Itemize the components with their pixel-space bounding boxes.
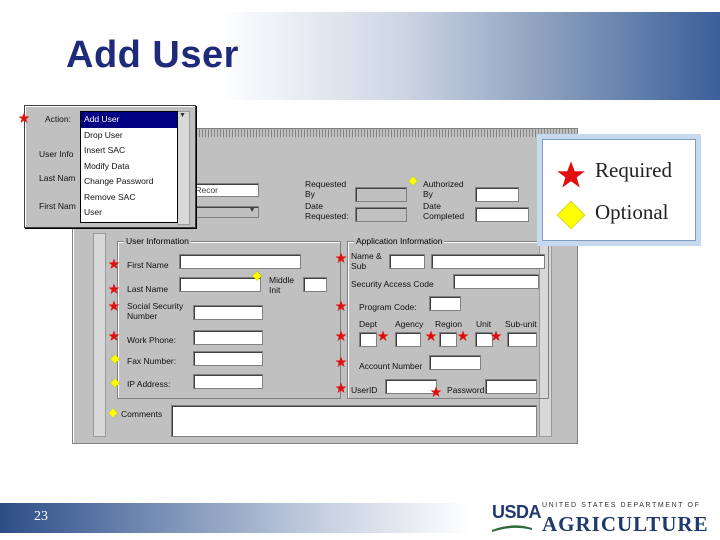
optional-diamond-icon bbox=[110, 354, 120, 364]
program-code-label: Program Code: bbox=[359, 302, 417, 312]
user-info-label: User Info bbox=[39, 149, 74, 159]
last-name-label: Last Name bbox=[127, 284, 169, 294]
required-star-icon bbox=[335, 300, 347, 311]
dept-label: Dept bbox=[359, 319, 377, 329]
last-name-panel-label: Last Nam bbox=[39, 173, 76, 183]
fax-number-label: Fax Number: bbox=[127, 356, 177, 366]
fax-number-field[interactable] bbox=[193, 351, 263, 366]
requested-by-label: Requested By bbox=[305, 179, 347, 199]
authorized-by-field[interactable] bbox=[475, 187, 519, 202]
usda-department-line: UNITED STATES DEPARTMENT OF bbox=[542, 502, 701, 509]
required-star-icon bbox=[108, 300, 120, 311]
menu-scrollbar[interactable]: ▼ bbox=[177, 111, 190, 225]
name-sub-field[interactable] bbox=[389, 254, 425, 269]
slide-title: Add User bbox=[66, 34, 239, 76]
password-label: Password: bbox=[447, 385, 487, 395]
userid-label: UserID bbox=[351, 385, 378, 395]
dept-field[interactable] bbox=[359, 332, 377, 347]
optional-diamond-icon bbox=[556, 200, 586, 230]
security-access-label: Security Access Code bbox=[351, 279, 434, 289]
optional-diamond-icon bbox=[408, 176, 418, 186]
slide-number: 23 bbox=[34, 509, 48, 524]
name-sub-label: Name & Sub bbox=[351, 251, 382, 271]
usda-acronym: USDA bbox=[492, 502, 542, 522]
usda-swoosh-icon bbox=[492, 525, 532, 532]
menu-item-change-password[interactable]: Change Password bbox=[81, 174, 177, 190]
first-name-field[interactable] bbox=[179, 254, 301, 269]
bottom-band bbox=[0, 503, 470, 533]
date-completed-field[interactable] bbox=[475, 207, 529, 222]
required-star-icon bbox=[335, 330, 347, 341]
required-star-icon bbox=[335, 382, 347, 393]
account-number-label: Account Number bbox=[359, 361, 423, 371]
required-star-icon bbox=[557, 161, 585, 188]
region-label: Region bbox=[435, 319, 462, 329]
legend-box: Required Optional bbox=[537, 134, 701, 246]
required-star-icon bbox=[425, 330, 437, 341]
required-star-icon bbox=[457, 330, 469, 341]
program-code-field[interactable] bbox=[429, 296, 461, 311]
requested-by-field[interactable] bbox=[355, 187, 407, 202]
name-sub-field-2[interactable] bbox=[431, 254, 545, 269]
menu-item-remove-sac[interactable]: Remove SAC bbox=[81, 190, 177, 206]
region-field[interactable] bbox=[439, 332, 457, 347]
password-field[interactable] bbox=[485, 379, 537, 394]
optional-label: Optional bbox=[595, 200, 669, 224]
required-label: Required bbox=[595, 158, 672, 182]
required-star-icon bbox=[490, 330, 502, 341]
optional-diamond-icon bbox=[110, 378, 120, 388]
form-scrollbar[interactable] bbox=[93, 233, 106, 437]
unit-label: Unit bbox=[476, 319, 492, 329]
required-star-icon bbox=[108, 330, 120, 341]
usda-agriculture: AGRICULTURE bbox=[542, 512, 709, 536]
required-star-icon bbox=[335, 356, 347, 367]
agency-label: Agency bbox=[395, 319, 424, 329]
action-menu[interactable]: Add User Drop User Insert SAC Modify Dat… bbox=[80, 111, 178, 223]
date-requested-label: Date Requested: bbox=[305, 201, 349, 221]
ip-address-field[interactable] bbox=[193, 374, 263, 389]
middle-initial-field[interactable] bbox=[303, 277, 327, 292]
chevron-down-icon: ▼ bbox=[248, 205, 256, 214]
ssn-field[interactable] bbox=[193, 305, 263, 320]
subunit-field[interactable] bbox=[507, 332, 537, 347]
subunit-label: Sub-unit bbox=[505, 319, 537, 329]
required-star-icon bbox=[108, 258, 120, 269]
ssn-label: Social Security Number bbox=[127, 301, 184, 321]
usda-logo: USDA UNITED STATES DEPARTMENT OF AGRICUL… bbox=[492, 502, 708, 536]
authorized-by-label: Authorized By bbox=[423, 179, 464, 199]
required-star-icon bbox=[18, 112, 30, 123]
comments-field[interactable] bbox=[171, 405, 537, 437]
date-requested-field[interactable] bbox=[355, 207, 407, 222]
agency-field[interactable] bbox=[395, 332, 421, 347]
optional-diamond-icon bbox=[108, 408, 118, 418]
work-phone-label: Work Phone: bbox=[127, 335, 176, 345]
account-number-field[interactable] bbox=[429, 355, 481, 370]
first-name-panel-label: First Nam bbox=[39, 201, 76, 211]
menu-item-add-user[interactable]: Add User bbox=[81, 112, 177, 128]
security-access-field[interactable] bbox=[453, 274, 539, 289]
required-star-icon bbox=[335, 252, 347, 263]
required-star-icon bbox=[108, 283, 120, 294]
ip-address-label: IP Address: bbox=[127, 379, 171, 389]
work-phone-field[interactable] bbox=[193, 330, 263, 345]
date-completed-label: Date Completed bbox=[423, 201, 465, 221]
menu-item-drop-user[interactable]: Drop User bbox=[81, 128, 177, 144]
legend-inner: Required Optional bbox=[542, 139, 696, 241]
middle-initial-label: Middle Init bbox=[269, 275, 295, 295]
chevron-down-icon: ▼ bbox=[179, 112, 186, 119]
menu-item-insert-sac[interactable]: Insert SAC bbox=[81, 143, 177, 159]
first-name-label: First Name bbox=[127, 260, 169, 270]
menu-item-user[interactable]: User bbox=[81, 205, 177, 221]
required-star-icon bbox=[430, 386, 442, 397]
comments-label: Comments bbox=[121, 409, 163, 419]
required-star-icon bbox=[377, 330, 389, 341]
last-name-field[interactable] bbox=[179, 277, 261, 292]
menu-item-modify-data[interactable]: Modify Data bbox=[81, 159, 177, 175]
action-label: Action: bbox=[45, 114, 71, 124]
optional-diamond-icon bbox=[252, 271, 262, 281]
